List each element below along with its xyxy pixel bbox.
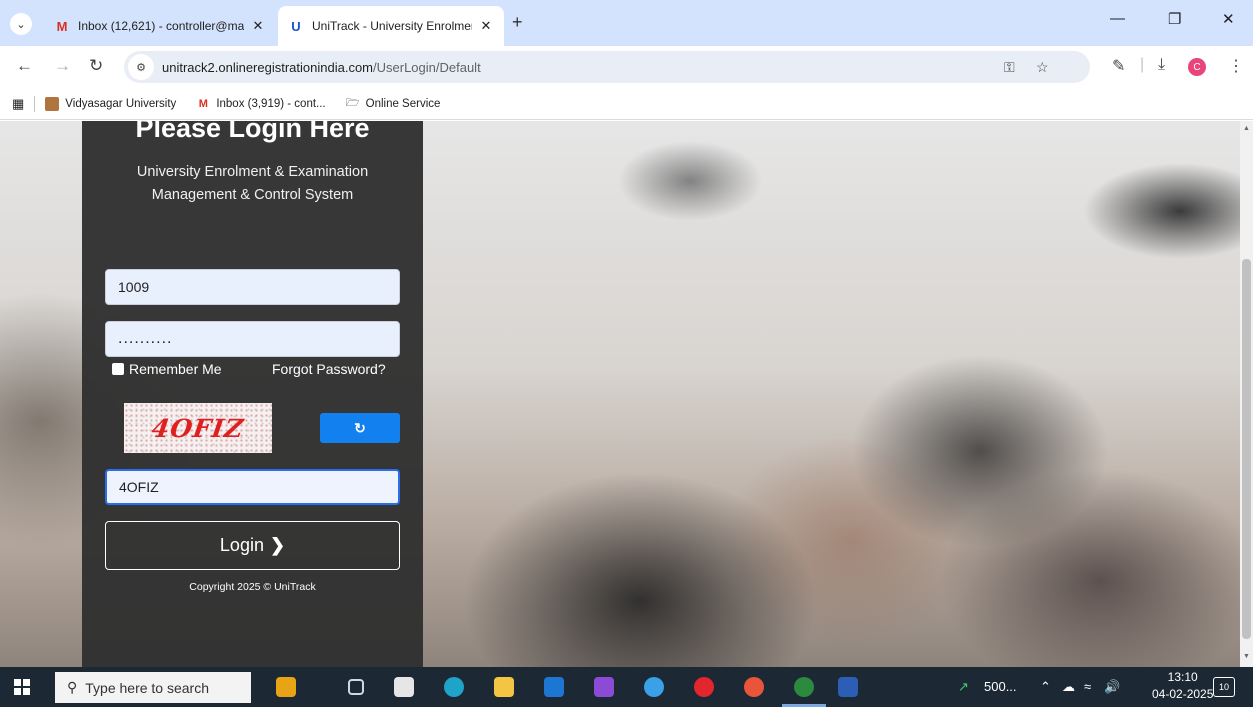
profile-avatar[interactable]: C [1188, 58, 1206, 76]
bookmarks-bar: ▦ Vidyasagar University M Inbox (3,919) … [0, 88, 1253, 120]
refresh-captcha-button[interactable]: ↻ [320, 413, 400, 443]
wps-office-icon[interactable] [744, 677, 764, 697]
login-title: Please Login Here [135, 121, 370, 143]
minimize-icon[interactable]: — [1110, 10, 1125, 27]
new-tab-button[interactable]: + [512, 12, 523, 33]
visual-studio-icon[interactable] [594, 677, 614, 697]
site-info-icon[interactable]: ⚙ [128, 54, 154, 80]
remember-me-checkbox[interactable]: Remember Me [112, 361, 222, 377]
extensions-icon[interactable]: ✎ [1112, 56, 1125, 76]
login-label: Login [219, 535, 264, 555]
notification-center-icon[interactable]: 10 [1213, 677, 1235, 697]
volume-icon[interactable]: 🔊 [1104, 679, 1120, 695]
login-subtitle: University Enrolment & Examination Manag… [82, 161, 423, 207]
wifi-icon[interactable]: ≈ [1084, 679, 1091, 694]
login-button[interactable]: Login ❯ [105, 521, 400, 570]
checkbox-icon[interactable] [112, 363, 124, 375]
word-icon[interactable] [838, 677, 858, 697]
scroll-up-icon[interactable]: ▲ [1243, 125, 1250, 132]
taskbar-clock[interactable]: 13:10 04-02-2025 [1152, 669, 1213, 703]
password-key-icon[interactable]: ⚿ [1004, 59, 1015, 76]
bookmark-vidyasagar-university[interactable]: Vidyasagar University [45, 96, 177, 111]
cloud-app-icon[interactable] [644, 677, 664, 697]
bookmarks-divider [34, 95, 36, 112]
outlook-icon[interactable] [544, 677, 564, 697]
copyright-text: Copyright 2025 © UniTrack [189, 581, 316, 593]
bookmark-label: Vidyasagar University [65, 97, 177, 110]
folder-icon: 🗁 [345, 97, 360, 109]
scroll-thumb[interactable] [1242, 259, 1251, 639]
restore-icon[interactable]: ❐ [1168, 10, 1181, 28]
bookmark-online-service[interactable]: 🗁 Online Service [346, 97, 441, 111]
briefcase-icon[interactable] [276, 677, 296, 697]
chevron-right-icon: ❯ [269, 535, 286, 555]
subtitle-line-2: Management & Control System [151, 187, 354, 203]
captcha-input[interactable] [105, 469, 400, 505]
university-icon [45, 96, 60, 111]
page-scrollbar[interactable]: ▲ ▼ [1240, 121, 1253, 667]
task-view-icon[interactable] [348, 679, 364, 695]
tab-strip: ⌄ M Inbox (12,621) - controller@ma ✕ U U… [0, 0, 1253, 46]
clock-time: 13:10 [1167, 670, 1198, 684]
url-domain: unitrack2.onlineregistrationindia.com [162, 59, 374, 75]
browser-toolbar: ← → ↻ ⚙ unitrack2.onlineregistrationindi… [0, 46, 1253, 88]
page-background: Please Login Here University Enrolment &… [0, 121, 1240, 667]
tab-gmail-inbox[interactable]: M Inbox (12,621) - controller@ma ✕ [44, 6, 276, 46]
address-bar[interactable]: ⚙ unitrack2.onlineregistrationindia.com/… [124, 51, 1090, 83]
username-input[interactable] [105, 269, 400, 305]
unitrack-icon: U [291, 18, 301, 34]
toolbar-divider: | [1140, 56, 1145, 73]
reload-icon[interactable]: ↻ [89, 56, 103, 76]
captcha-text: 4OFIZ [150, 413, 246, 443]
gmail-icon: M [56, 18, 68, 34]
windows-taskbar: ⚲ Type here to search ↗ 500... ⌃ ☁ ≈ 🔊 1… [0, 667, 1253, 707]
windows-start-icon[interactable] [14, 679, 30, 695]
refresh-icon: ↻ [354, 419, 366, 436]
search-icon: ⚲ [67, 679, 78, 695]
tray-overflow-icon[interactable]: ⌃ [1040, 679, 1051, 695]
chrome-icon[interactable] [794, 677, 814, 697]
edge-icon[interactable] [444, 677, 464, 697]
remember-me-label: Remember Me [129, 361, 222, 377]
subtitle-line-1: University Enrolment & Examination [136, 164, 369, 180]
captcha-image: 4OFIZ [124, 403, 272, 453]
login-panel: Please Login Here University Enrolment &… [82, 121, 423, 667]
search-placeholder: Type here to search [85, 679, 210, 696]
bookmark-gmail-inbox[interactable]: M Inbox (3,919) - cont... [196, 97, 326, 111]
stock-chart-icon[interactable]: ↗ [958, 679, 969, 695]
scroll-down-icon[interactable]: ▼ [1243, 653, 1250, 660]
opera-icon[interactable] [694, 677, 714, 697]
taskbar-search-box[interactable]: ⚲ Type here to search [55, 672, 251, 703]
password-input[interactable] [105, 321, 400, 357]
tab-unitrack[interactable]: U UniTrack - University Enrolment ✕ [278, 6, 504, 46]
download-icon[interactable]: ⤓ [1158, 56, 1165, 74]
apps-grid-icon[interactable]: ▦ [12, 96, 24, 112]
store-icon[interactable] [394, 677, 414, 697]
forgot-password-link[interactable]: Forgot Password? [272, 361, 386, 377]
notification-count: 10 [1218, 682, 1229, 692]
tab-search-icon[interactable]: ⌄ [10, 13, 32, 35]
close-tab-icon[interactable]: ✕ [250, 18, 266, 34]
close-window-icon[interactable]: ✕ [1222, 10, 1235, 28]
more-menu-icon[interactable]: ⋮ [1228, 56, 1244, 76]
tab-title: Inbox (12,621) - controller@ma [78, 19, 244, 33]
bookmark-label: Online Service [365, 97, 441, 110]
back-icon[interactable]: ← [16, 56, 33, 76]
weather-cloud-icon[interactable]: ☁ [1062, 679, 1075, 695]
close-tab-icon[interactable]: ✕ [478, 18, 494, 34]
file-explorer-icon[interactable] [494, 677, 514, 697]
bookmark-label: Inbox (3,919) - cont... [216, 97, 326, 110]
stock-widget-label[interactable]: 500... [984, 679, 1017, 694]
forward-icon[interactable]: → [54, 56, 71, 76]
tab-title: UniTrack - University Enrolment [312, 19, 472, 33]
bookmark-star-icon[interactable]: ☆ [1036, 59, 1049, 76]
url-text[interactable]: unitrack2.onlineregistrationindia.com/Us… [162, 60, 481, 75]
gmail-icon: M [198, 97, 208, 110]
url-path: /UserLogin/Default [373, 59, 481, 75]
clock-date: 04-02-2025 [1152, 687, 1214, 701]
